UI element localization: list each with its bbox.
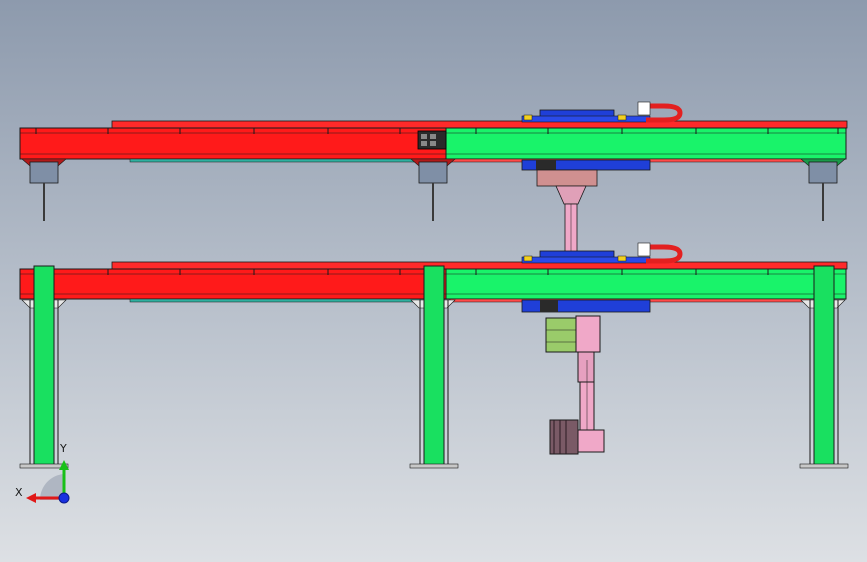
upper-gantry-view [19, 101, 848, 253]
upper-joint-block [417, 130, 447, 150]
lower-gantry-view [19, 242, 849, 469]
lower-beam-green [445, 268, 847, 300]
robot-motor [545, 317, 577, 353]
upper-post-right [808, 161, 838, 184]
lower-top-rail [111, 261, 848, 270]
robot-shoulder [575, 315, 601, 353]
upper-top-rail [111, 120, 848, 129]
gantry-model-scene[interactable] [0, 0, 867, 562]
y-axis-label: Y [60, 442, 67, 455]
column-right [813, 265, 835, 467]
cad-viewport[interactable]: X Y [0, 0, 867, 562]
upper-beam-green [445, 127, 847, 160]
upper-post-middle [418, 161, 448, 184]
z-axis-dot [58, 492, 70, 504]
column-middle [423, 265, 445, 467]
column-left [33, 265, 55, 467]
x-axis-label: X [15, 486, 23, 499]
upper-post-left [29, 161, 59, 184]
